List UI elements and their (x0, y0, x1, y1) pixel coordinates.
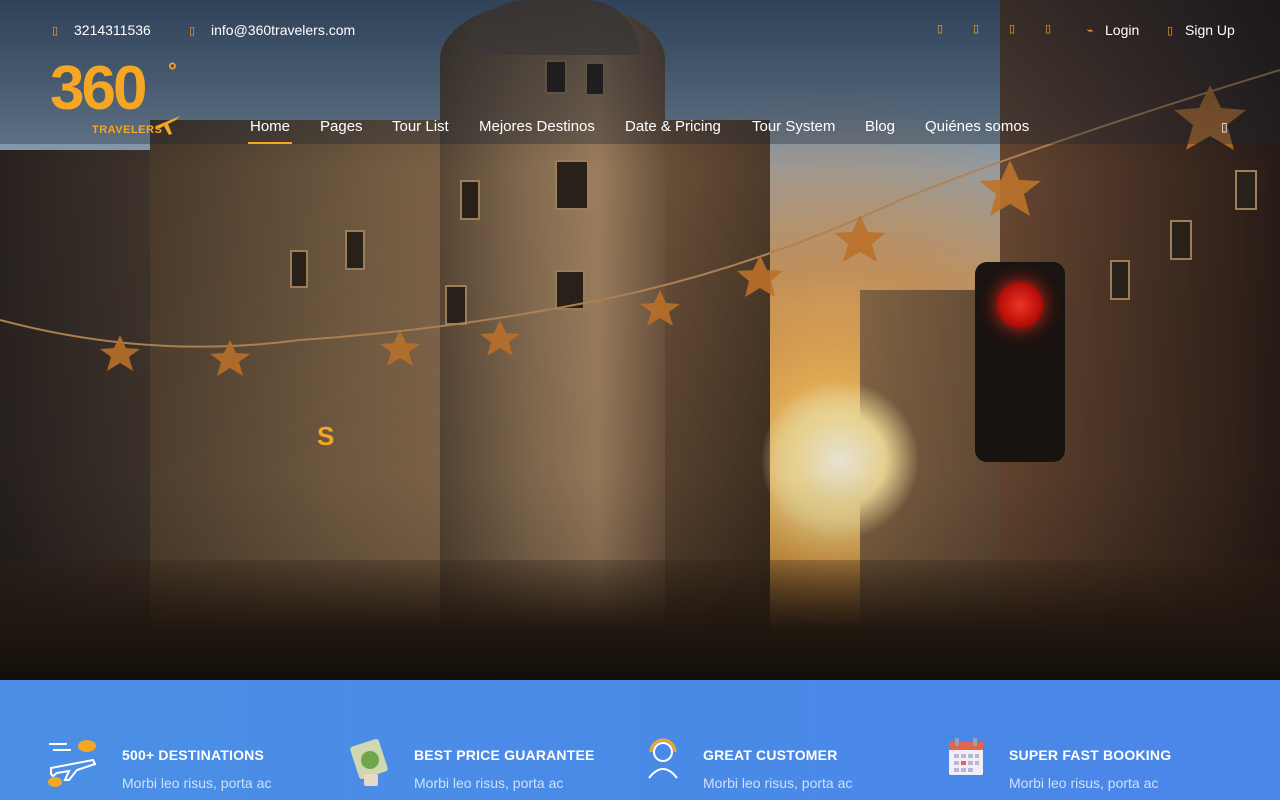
login-link[interactable]: ⌁ Login (1085, 22, 1140, 38)
features-bar: 500+ DESTINATIONS Morbi leo risus, porta… (0, 680, 1280, 800)
nav-item-pages[interactable]: Pages (320, 118, 363, 135)
key-icon: ⌁ (1086, 24, 1094, 37)
feature-title: 500+ DESTINATIONS (122, 747, 265, 763)
hero-caption: S (317, 421, 335, 451)
youtube-icon[interactable]: ▯ (1045, 22, 1051, 35)
logo-degree: ° (168, 58, 177, 83)
user-icon: ▯ (1166, 24, 1174, 37)
feature-title: GREAT CUSTOMER (703, 747, 838, 763)
feature-desc: Morbi leo risus, porta ac (703, 775, 853, 791)
twitter-icon[interactable]: ▯ (973, 22, 979, 35)
calendar-icon (949, 738, 983, 775)
envelope-icon: ▯ (188, 24, 196, 37)
feature-destinations: 500+ DESTINATIONS Morbi leo risus, porta… (0, 680, 320, 800)
nav-item-mejores-destinos[interactable]: Mejores Destinos (479, 118, 595, 135)
nav-item-quienes-somos[interactable]: Quiénes somos (925, 118, 1029, 135)
login-label: Login (1105, 22, 1140, 38)
feature-desc: Morbi leo risus, porta ac (1009, 775, 1159, 791)
feature-title: BEST PRICE GUARANTEE (414, 747, 595, 763)
nav-item-tour-system[interactable]: Tour System (752, 118, 835, 135)
nav-item-date-pricing[interactable]: Date & Pricing (625, 118, 721, 135)
feature-title: SUPER FAST BOOKING (1009, 747, 1172, 763)
support-agent-icon (648, 738, 678, 779)
email-contact[interactable]: ▯ info@360travelers.com (187, 22, 355, 38)
feature-booking: SUPER FAST BOOKING Morbi leo risus, port… (920, 680, 1280, 800)
facebook-icon[interactable]: ▯ (937, 22, 943, 35)
phone-number: 3214311536 (74, 22, 151, 38)
instagram-icon[interactable]: ▯ (1009, 22, 1015, 35)
phone-icon: ▯ (51, 24, 59, 37)
main-nav: Home Pages Tour List Mejores Destinos Da… (0, 118, 1280, 144)
top-bar: ▯ 3214311536 ▯ info@360travelers.com ▯ ▯… (0, 0, 1280, 60)
email-address: info@360travelers.com (211, 22, 356, 38)
feature-best-price: BEST PRICE GUARANTEE Morbi leo risus, po… (320, 680, 620, 800)
nav-item-home[interactable]: Home (247, 118, 293, 144)
feature-desc: Morbi leo risus, porta ac (414, 775, 564, 791)
money-icon (350, 738, 388, 786)
nav-item-tour-list[interactable]: Tour List (392, 118, 449, 135)
logo-number: 360 (50, 54, 147, 123)
nav-item-blog[interactable]: Blog (865, 118, 895, 135)
plane-icon (48, 740, 97, 787)
phone-contact[interactable]: ▯ 3214311536 (50, 22, 151, 38)
signup-link[interactable]: ▯ Sign Up (1165, 22, 1235, 38)
search-icon[interactable]: ▯ (1221, 120, 1228, 134)
feature-desc: Morbi leo risus, porta ac (122, 775, 272, 791)
signup-label: Sign Up (1185, 22, 1235, 38)
feature-customer: GREAT CUSTOMER Morbi leo risus, porta ac (620, 680, 920, 800)
